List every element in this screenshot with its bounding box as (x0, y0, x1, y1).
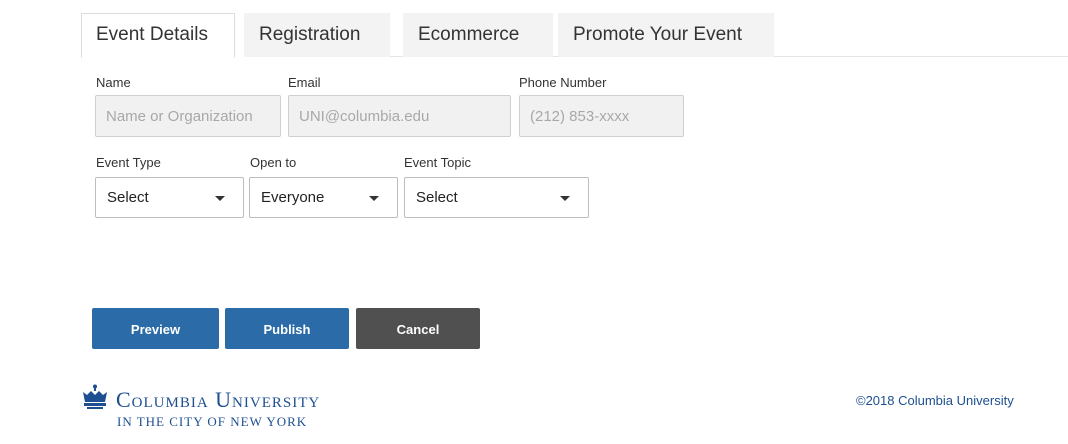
email-input[interactable] (288, 95, 511, 137)
phone-label: Phone Number (519, 75, 607, 90)
tab-event-details[interactable]: Event Details (81, 13, 235, 58)
open-to-select[interactable]: Everyone (249, 177, 398, 218)
event-topic-value: Select (416, 189, 458, 206)
cancel-button[interactable]: Cancel (356, 308, 480, 349)
logo-subtitle: IN THE CITY OF NEW YORK (117, 414, 308, 429)
copyright-text: ©2018 Columbia University (856, 393, 1014, 408)
event-topic-label: Event Topic (404, 155, 471, 170)
logo-wordmark: Columbia University (116, 387, 321, 412)
event-type-select[interactable]: Select (95, 177, 244, 218)
name-label: Name (96, 75, 131, 90)
tab-ecommerce[interactable]: Ecommerce (403, 13, 553, 57)
tab-registration[interactable]: Registration (244, 13, 390, 57)
caret-down-icon (560, 196, 570, 201)
open-to-value: Everyone (261, 189, 325, 206)
crown-icon (83, 384, 107, 409)
name-input[interactable] (95, 95, 281, 137)
event-type-label: Event Type (96, 155, 161, 170)
phone-input[interactable] (519, 95, 684, 137)
preview-button[interactable]: Preview (92, 308, 219, 349)
caret-down-icon (215, 196, 225, 201)
event-type-value: Select (107, 189, 149, 206)
caret-down-icon (369, 196, 379, 201)
email-label: Email (288, 75, 321, 90)
open-to-label: Open to (250, 155, 297, 170)
event-topic-select[interactable]: Select (404, 177, 589, 218)
tab-promote-your-event[interactable]: Promote Your Event (558, 13, 774, 57)
tab-bar: Event Details Registration Ecommerce Pro… (81, 13, 1068, 58)
publish-button[interactable]: Publish (225, 308, 349, 349)
